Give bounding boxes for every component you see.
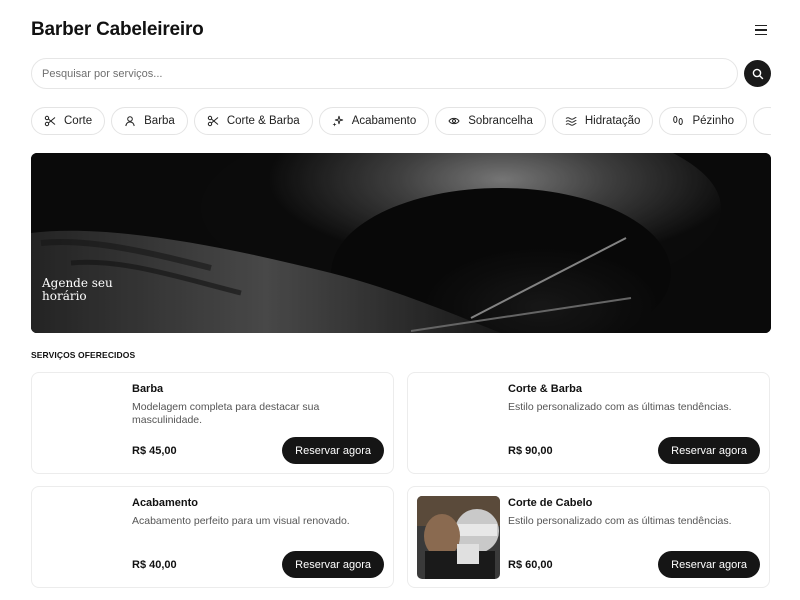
section-title: SERVIÇOS OFERECIDOS xyxy=(31,350,136,360)
search-input[interactable] xyxy=(31,58,738,89)
service-description: Modelagem completa para destacar sua mas… xyxy=(132,401,320,426)
category-chip-barba[interactable]: Barba xyxy=(111,107,188,135)
service-price: R$ 45,00 xyxy=(132,445,177,457)
scissors-icon xyxy=(207,115,219,127)
sparkles-icon xyxy=(332,115,344,127)
category-chip-corte-barba[interactable]: Corte & Barba xyxy=(193,107,313,135)
search-bar xyxy=(31,58,771,89)
barber-photo xyxy=(31,153,771,333)
service-card: Acabamento Acabamento perfeito para um v… xyxy=(31,486,394,588)
service-thumbnail xyxy=(417,382,500,465)
category-chip-label: Corte xyxy=(64,115,93,127)
haircut-photo xyxy=(417,496,500,579)
app-title: Barber Cabeleireiro xyxy=(31,19,204,40)
service-name: Barba xyxy=(132,383,164,395)
book-button[interactable]: Reservar agora xyxy=(658,551,760,578)
category-chip-label: Corte & Barba xyxy=(226,115,300,127)
category-chip-hidratacao[interactable]: Hidratação xyxy=(551,107,654,135)
hero-caption: Agende seu horário xyxy=(42,276,113,303)
service-thumbnail xyxy=(41,496,124,579)
service-name: Corte de Cabelo xyxy=(508,497,593,509)
search-icon xyxy=(752,68,763,79)
service-name: Corte & Barba xyxy=(508,383,582,395)
menu-icon xyxy=(755,24,767,27)
user-icon xyxy=(124,115,136,127)
category-chip-more[interactable] xyxy=(753,107,771,135)
hero-banner[interactable]: Agende seu horário xyxy=(31,153,771,333)
category-chip-label: Pézinho xyxy=(692,115,735,127)
eye-icon xyxy=(448,115,460,127)
search-button[interactable] xyxy=(744,60,771,87)
scissors-icon xyxy=(44,115,56,127)
category-chip-label: Acabamento xyxy=(351,115,417,127)
service-description: Estilo personalizado com as últimas tend… xyxy=(508,515,732,527)
service-card: Barba Modelagem completa para destacar s… xyxy=(31,372,394,474)
category-chip-label: Hidratação xyxy=(584,115,641,127)
app-header: Barber Cabeleireiro xyxy=(31,17,770,43)
category-chip-acabamento[interactable]: Acabamento xyxy=(318,107,430,135)
category-chip-sobrancelha[interactable]: Sobrancelha xyxy=(435,107,546,135)
service-price: R$ 40,00 xyxy=(132,559,177,571)
book-button[interactable]: Reservar agora xyxy=(282,437,384,464)
category-chip-label: Sobrancelha xyxy=(468,115,533,127)
services-grid: Barba Modelagem completa para destacar s… xyxy=(31,372,771,588)
service-name: Acabamento xyxy=(132,497,199,509)
book-button[interactable]: Reservar agora xyxy=(282,551,384,578)
menu-button[interactable] xyxy=(752,21,770,39)
service-card: Corte & Barba Estilo personalizado com a… xyxy=(407,372,770,474)
category-chip-label: Barba xyxy=(144,115,175,127)
service-price: R$ 60,00 xyxy=(508,559,553,571)
category-chip-pezinho[interactable]: Pézinho xyxy=(659,107,748,135)
category-chip-corte[interactable]: Corte xyxy=(31,107,106,135)
service-description: Acabamento perfeito para um visual renov… xyxy=(132,515,350,527)
service-thumbnail xyxy=(41,382,124,465)
footprints-icon xyxy=(672,115,684,127)
book-button[interactable]: Reservar agora xyxy=(658,437,760,464)
service-card: Corte de Cabelo Estilo personalizado com… xyxy=(407,486,770,588)
service-description: Estilo personalizado com as últimas tend… xyxy=(508,401,732,413)
service-price: R$ 90,00 xyxy=(508,445,553,457)
category-chips: Corte Barba Corte & Barba Acabamento Sob… xyxy=(31,107,771,137)
waves-icon xyxy=(565,115,577,127)
